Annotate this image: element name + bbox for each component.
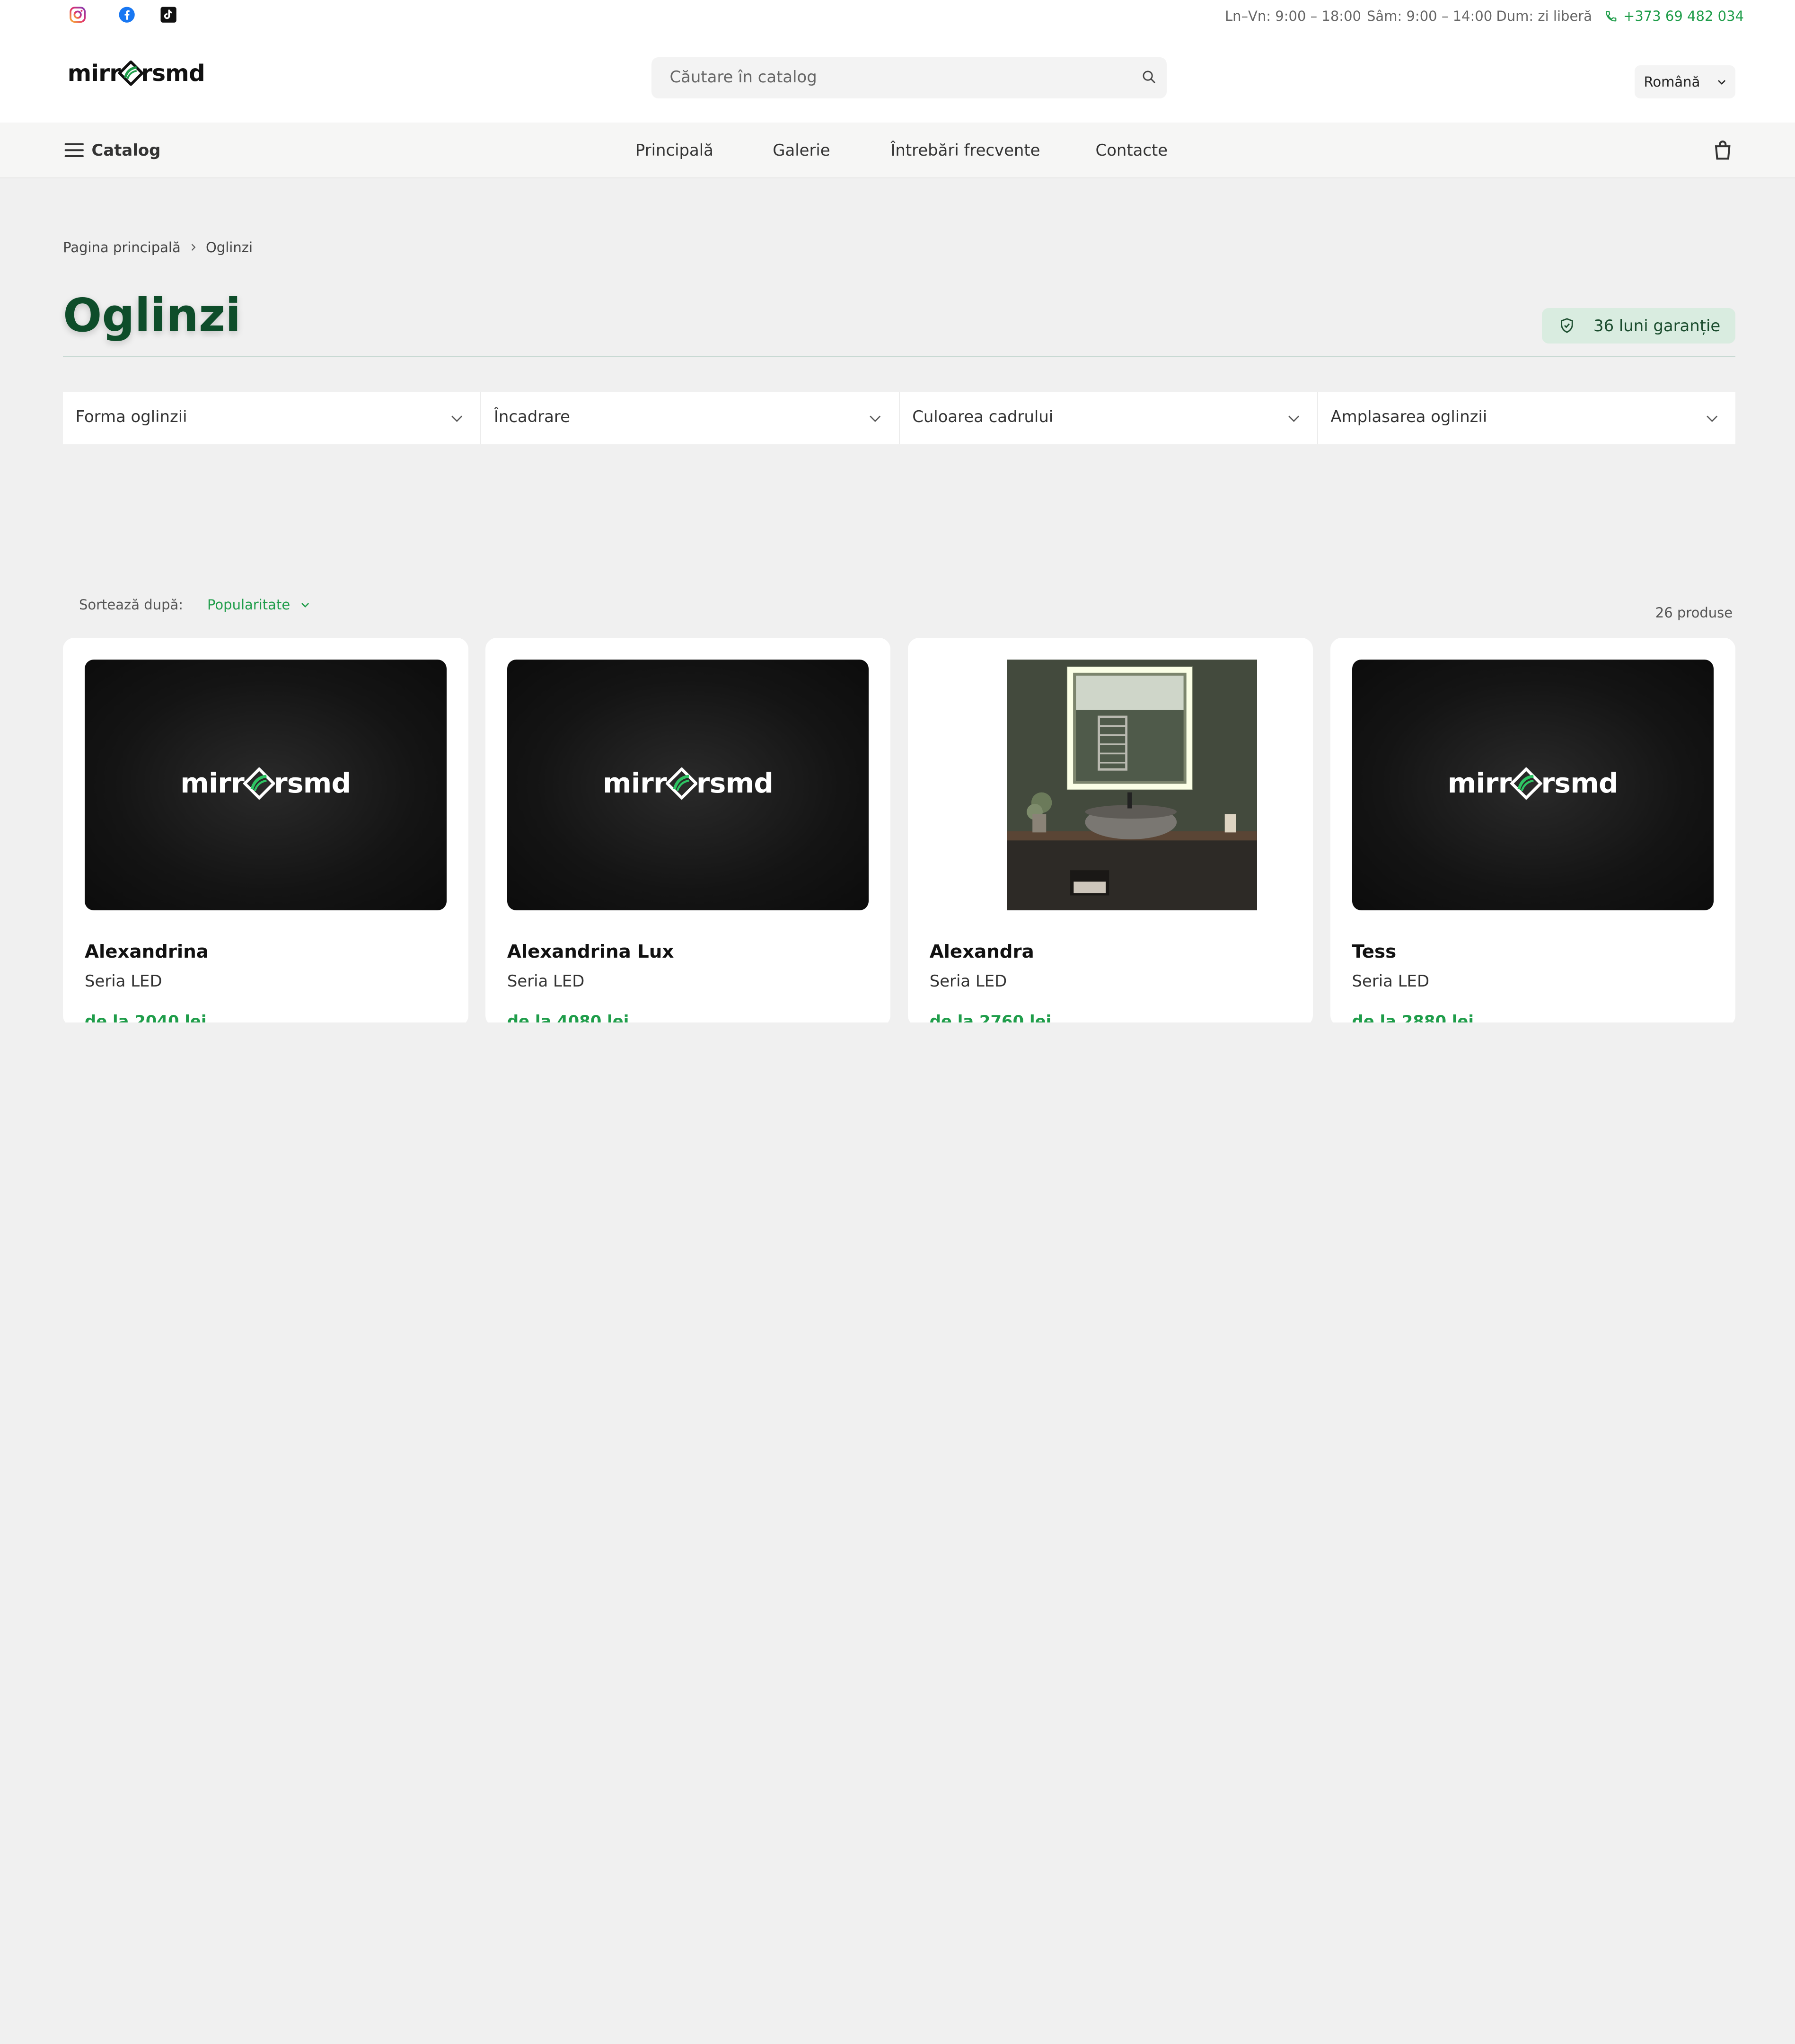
product-name[interactable]: Alexandrina — [85, 941, 209, 962]
product-card[interactable]: mirr rsmd Alexandrina Seria LED de la 204… — [63, 637, 468, 1022]
product-price: de la 2040 lei — [85, 1012, 207, 1022]
product-card[interactable]: mirr rsmd Tess Seria LED de la 2880 lei — [1330, 637, 1736, 1022]
breadcrumb: Pagina principală Oglinzi — [63, 239, 253, 256]
guarantee-badge: 36 luni garanție — [1542, 308, 1736, 344]
chevron-down-icon — [1707, 415, 1717, 422]
language-label: Română — [1644, 73, 1700, 90]
chevron-down-icon — [1288, 415, 1299, 422]
nav-link-contacts[interactable]: Contacte — [1096, 141, 1168, 159]
search-icon[interactable] — [1141, 69, 1157, 90]
chevron-down-icon — [451, 415, 463, 422]
bathroom-mirror-photo — [1007, 659, 1257, 910]
product-price: de la 2760 lei — [929, 1012, 1052, 1022]
menu-icon — [65, 143, 84, 157]
placeholder-logo: mirr rsmd — [603, 766, 774, 800]
hours-saturday: Sâm: 9:00 – 14:00 — [1367, 8, 1493, 24]
filters-bar: Forma oglinzii Încadrare Culoarea cadrul… — [63, 391, 1736, 444]
product-image[interactable]: mirr rsmd — [85, 659, 447, 910]
product-image[interactable]: mirr rsmd — [507, 659, 869, 910]
breadcrumb-current: Oglinzi — [205, 239, 253, 256]
chevron-right-icon — [191, 244, 196, 251]
main-nav: Catalog Principală Galerie Întrebări fre… — [0, 122, 1795, 179]
product-image[interactable]: mirr rsmd — [1352, 659, 1714, 910]
logo-mark-icon — [118, 61, 143, 86]
product-name[interactable]: Tess — [1352, 941, 1397, 962]
product-card[interactable]: mirr rsmd Alexandrina Lux Seria LED de la… — [485, 637, 891, 1022]
placeholder-logo: mirr rsmd — [180, 766, 351, 800]
nav-link-faq[interactable]: Întrebări frecvente — [890, 141, 1040, 159]
search-input[interactable]: Căutare în catalog — [651, 57, 1167, 99]
shield-check-icon — [1561, 318, 1574, 334]
hours-weekdays: Ln–Vn: 9:00 – 18:00 — [1224, 8, 1361, 24]
title-divider — [63, 356, 1736, 357]
product-price: de la 2880 lei — [1352, 1012, 1474, 1022]
product-series: Seria LED — [507, 972, 585, 991]
page-title: Oglinzi — [63, 288, 241, 342]
cart-icon[interactable] — [1711, 139, 1734, 166]
page: Ln–Vn: 9:00 – 18:00 Sâm: 9:00 – 14:00 Du… — [0, 0, 1795, 1022]
product-series: Seria LED — [85, 972, 162, 991]
instagram-icon[interactable] — [69, 6, 87, 24]
chevron-down-icon — [870, 415, 881, 422]
product-image[interactable] — [930, 659, 1292, 910]
catalog-button[interactable]: Catalog — [64, 141, 160, 159]
filter-framing[interactable]: Încadrare — [481, 391, 900, 444]
phone-icon — [1606, 10, 1617, 22]
sort-select[interactable]: Popularitate — [207, 597, 311, 613]
filter-frame-color[interactable]: Culoarea cadrului — [900, 391, 1318, 444]
tiktok-icon[interactable] — [159, 6, 177, 24]
facebook-icon[interactable] — [118, 6, 136, 24]
filter-placement[interactable]: Amplasarea oglinzii — [1318, 392, 1735, 444]
product-series: Seria LED — [1352, 972, 1430, 991]
product-card[interactable]: Alexandra Seria LED de la 2760 lei — [907, 637, 1313, 1022]
product-count: 26 produse — [1655, 604, 1733, 621]
sort-label: Sortează după: — [79, 596, 184, 613]
hours-sunday: Dum: zi liberă — [1496, 8, 1593, 24]
nav-link-home[interactable]: Principală — [635, 141, 713, 159]
filter-shape[interactable]: Forma oglinzii — [63, 391, 482, 444]
top-bar: Ln–Vn: 9:00 – 18:00 Sâm: 9:00 – 14:00 Du… — [0, 0, 1795, 35]
phone-number: +373 69 482 034 — [1623, 8, 1744, 24]
nav-link-gallery[interactable]: Galerie — [773, 141, 830, 159]
breadcrumb-home[interactable]: Pagina principală — [63, 239, 181, 256]
product-price: de la 4080 lei — [507, 1012, 629, 1022]
product-name[interactable]: Alexandra — [930, 941, 1034, 962]
product-series: Seria LED — [929, 972, 1007, 991]
language-select[interactable]: Română — [1635, 65, 1736, 99]
phone-link[interactable]: +373 69 482 034 — [1605, 8, 1744, 24]
placeholder-logo: mirr rsmd — [1447, 766, 1619, 800]
guarantee-label: 36 luni garanție — [1593, 316, 1721, 335]
chevron-down-icon — [1718, 80, 1726, 85]
header: mirr rsmd Căutare în catalog Română — [0, 34, 1795, 123]
search-placeholder: Căutare în catalog — [669, 67, 817, 86]
logo[interactable]: mirr rsmd — [68, 57, 205, 89]
product-name[interactable]: Alexandrina Lux — [507, 941, 674, 962]
chevron-down-icon — [301, 602, 309, 608]
